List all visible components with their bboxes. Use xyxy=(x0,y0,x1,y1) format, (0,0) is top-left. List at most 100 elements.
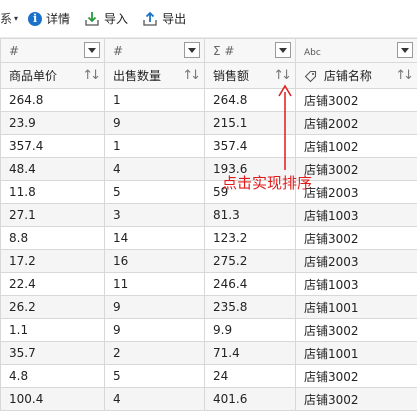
column-type-header: # xyxy=(1,39,105,63)
sort-icon[interactable]: ↑↓ xyxy=(273,68,289,83)
table-cell[interactable]: 16 xyxy=(105,250,205,273)
table-cell[interactable]: 401.6 xyxy=(205,388,296,411)
table-cell[interactable]: 8.8 xyxy=(1,227,105,250)
sort-icon[interactable]: ↑↓ xyxy=(182,68,198,83)
table-cell[interactable]: 店铺1003 xyxy=(296,204,417,227)
table-cell[interactable]: 264.8 xyxy=(205,89,296,112)
table-cell[interactable]: 14 xyxy=(105,227,205,250)
annotation-text: 点击实现排序 xyxy=(222,172,312,193)
export-label: 导出 xyxy=(162,10,186,27)
table-cell[interactable]: 1 xyxy=(105,135,205,158)
dropdown-button[interactable] xyxy=(184,42,200,58)
table-row[interactable]: 8.814123.2店铺3002 xyxy=(1,227,417,250)
table-cell[interactable]: 店铺3002 xyxy=(296,365,417,388)
toolbar-cut-item[interactable]: 系 xyxy=(0,10,12,27)
table-row[interactable]: 264.81264.8店铺3002 xyxy=(1,89,417,112)
table-cell[interactable]: 店铺1003 xyxy=(296,273,417,296)
table-cell[interactable]: 5 xyxy=(105,181,205,204)
info-icon: i xyxy=(28,12,42,26)
column-header[interactable]: 出售数量 ↑↓ xyxy=(105,63,205,89)
table-row[interactable]: 357.41357.4店铺1002 xyxy=(1,135,417,158)
table-row[interactable]: 4.8524店铺3002 xyxy=(1,365,417,388)
table-row[interactable]: 27.1381.3店铺1003 xyxy=(1,204,417,227)
table-cell[interactable]: 店铺3002 xyxy=(296,158,417,181)
table-cell[interactable]: 1.1 xyxy=(1,319,105,342)
table-row[interactable]: 1.199.9店铺3002 xyxy=(1,319,417,342)
data-table: # # Σ # Abc 商品单价 ↑↓ 出售数量 ↑↓ 销售额 ↑↓ xyxy=(0,38,417,411)
table-cell[interactable]: 123.2 xyxy=(205,227,296,250)
dropdown-button[interactable] xyxy=(275,42,291,58)
table-cell[interactable]: 100.4 xyxy=(1,388,105,411)
table-cell[interactable]: 357.4 xyxy=(205,135,296,158)
table-cell[interactable]: 48.4 xyxy=(1,158,105,181)
table-cell[interactable]: 4.8 xyxy=(1,365,105,388)
table-cell[interactable]: 9 xyxy=(105,296,205,319)
table-row[interactable]: 22.411246.4店铺1003 xyxy=(1,273,417,296)
import-icon xyxy=(84,11,100,27)
table-cell[interactable]: 26.2 xyxy=(1,296,105,319)
table-row[interactable]: 26.29235.8店铺1001 xyxy=(1,296,417,319)
table-cell[interactable]: 店铺3002 xyxy=(296,319,417,342)
column-header[interactable]: 店铺名称 ↑↓ xyxy=(296,63,417,89)
toolbar: 系 ▾ i 详情 导入 导出 xyxy=(0,0,417,38)
table-cell[interactable]: 店铺1001 xyxy=(296,342,417,365)
table-cell[interactable]: 275.2 xyxy=(205,250,296,273)
sort-icon[interactable]: ↑↓ xyxy=(82,68,98,83)
numeric-type-icon: # xyxy=(9,44,19,58)
store-icon xyxy=(304,70,317,83)
import-button[interactable]: 导入 xyxy=(84,10,128,27)
table-cell[interactable]: 3 xyxy=(105,204,205,227)
table-cell[interactable]: 24 xyxy=(205,365,296,388)
table-cell[interactable]: 店铺2003 xyxy=(296,250,417,273)
table-row[interactable]: 23.99215.1店铺2002 xyxy=(1,112,417,135)
table-cell[interactable]: 2 xyxy=(105,342,205,365)
table-cell[interactable]: 71.4 xyxy=(205,342,296,365)
details-button[interactable]: i 详情 xyxy=(28,10,70,27)
dropdown-button[interactable] xyxy=(397,42,413,58)
table-cell[interactable]: 35.7 xyxy=(1,342,105,365)
table-cell[interactable]: 215.1 xyxy=(205,112,296,135)
table-cell[interactable]: 22.4 xyxy=(1,273,105,296)
details-label: 详情 xyxy=(46,10,70,27)
table-cell[interactable]: 246.4 xyxy=(205,273,296,296)
column-name: 商品单价 xyxy=(9,69,57,83)
column-name: 销售额 xyxy=(213,69,249,83)
table-cell[interactable]: 9.9 xyxy=(205,319,296,342)
sort-icon[interactable]: ↑↓ xyxy=(395,68,411,83)
column-name: 出售数量 xyxy=(113,69,161,83)
table-cell[interactable]: 店铺3002 xyxy=(296,388,417,411)
import-label: 导入 xyxy=(104,10,128,27)
table-cell[interactable]: 9 xyxy=(105,112,205,135)
table-row[interactable]: 48.44193.6店铺3002 xyxy=(1,158,417,181)
table-cell[interactable]: 店铺1002 xyxy=(296,135,417,158)
column-header[interactable]: 商品单价 ↑↓ xyxy=(1,63,105,89)
table-cell[interactable]: 店铺1001 xyxy=(296,296,417,319)
table-row[interactable]: 100.44401.6店铺3002 xyxy=(1,388,417,411)
table-cell[interactable]: 9 xyxy=(105,319,205,342)
table-cell[interactable]: 81.3 xyxy=(205,204,296,227)
table-cell[interactable]: 264.8 xyxy=(1,89,105,112)
table-cell[interactable]: 店铺2003 xyxy=(296,181,417,204)
column-header[interactable]: 销售额 ↑↓ xyxy=(205,63,296,89)
table-cell[interactable]: 23.9 xyxy=(1,112,105,135)
table-cell[interactable]: 235.8 xyxy=(205,296,296,319)
table-row[interactable]: 11.8559店铺2003 xyxy=(1,181,417,204)
chevron-down-icon[interactable]: ▾ xyxy=(14,14,18,23)
table-cell[interactable]: 357.4 xyxy=(1,135,105,158)
table-cell[interactable]: 4 xyxy=(105,158,205,181)
table-cell[interactable]: 店铺3002 xyxy=(296,89,417,112)
table-row[interactable]: 35.7271.4店铺1001 xyxy=(1,342,417,365)
table-cell[interactable]: 5 xyxy=(105,365,205,388)
export-button[interactable]: 导出 xyxy=(142,10,186,27)
table-cell[interactable]: 1 xyxy=(105,89,205,112)
table-cell[interactable]: 27.1 xyxy=(1,204,105,227)
table-cell[interactable]: 店铺2002 xyxy=(296,112,417,135)
export-icon xyxy=(142,11,158,27)
table-cell[interactable]: 4 xyxy=(105,388,205,411)
table-cell[interactable]: 店铺3002 xyxy=(296,227,417,250)
table-cell[interactable]: 17.2 xyxy=(1,250,105,273)
table-cell[interactable]: 11.8 xyxy=(1,181,105,204)
table-row[interactable]: 17.216275.2店铺2003 xyxy=(1,250,417,273)
dropdown-button[interactable] xyxy=(84,42,100,58)
table-cell[interactable]: 11 xyxy=(105,273,205,296)
